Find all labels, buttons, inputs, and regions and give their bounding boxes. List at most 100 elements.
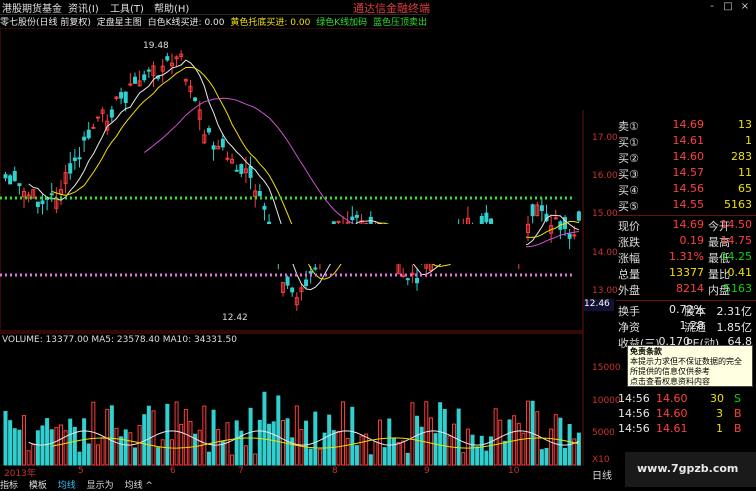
volume-bar [156, 447, 161, 466]
candle-body [354, 214, 359, 218]
candle-body [17, 183, 22, 187]
candle-body [313, 267, 318, 270]
bid-row-4[interactable]: 买④ 14.56 65 [616, 182, 756, 199]
volume-bar [3, 411, 8, 466]
volume-bar [257, 419, 262, 466]
stat-row-7: 净资 1.28 流通 1.85亿 [618, 319, 752, 334]
volume-bar [100, 437, 105, 466]
volume-bar [197, 429, 202, 466]
price-tick-17: 17.00 [592, 133, 618, 143]
menu-item-help[interactable]: 帮助(H) [154, 0, 189, 15]
date-label: 7 [238, 466, 244, 476]
candle-body [146, 69, 151, 72]
last-price-tag: 12.46 [584, 299, 614, 311]
candle-body [3, 174, 8, 179]
volume-bar [470, 434, 475, 466]
candle-body [539, 205, 544, 212]
candle-body [40, 200, 45, 205]
ask-label: 卖① [618, 120, 639, 133]
candle-body [8, 175, 13, 185]
volume-bar [234, 420, 239, 466]
volume-bar [225, 422, 230, 466]
volume-bar [137, 424, 142, 466]
volume-bar [243, 445, 248, 466]
volume-bar [549, 428, 554, 466]
volume-bars [3, 391, 581, 466]
candle-body [415, 277, 420, 284]
volume-bar [8, 420, 13, 466]
price-tick-16: 16.00 [592, 171, 618, 181]
date-label: 5 [78, 466, 84, 476]
redacted-top-right [428, 14, 756, 110]
volume-bar [86, 443, 91, 466]
watermark: www.7gpzb.com [625, 452, 756, 487]
maximize-button[interactable]: □ [722, 1, 734, 12]
candle-body [35, 201, 40, 207]
vol-tick-5000: 5000 [592, 428, 615, 438]
disclaimer-tooltip[interactable]: 免责条款 本提示力求但不保证数据的完全 所提供的信息仅供参考 点击查看权息资料内… [627, 345, 753, 387]
candle-body [142, 74, 147, 81]
candle-body [257, 191, 262, 197]
volume-bar [447, 435, 452, 466]
bottom-tabs: 指标 模板 均线 显示为 均线 ^ [0, 478, 161, 491]
bid-row-1[interactable]: 买① 14.61 1 [616, 134, 756, 151]
volume-bar [12, 428, 17, 466]
volume-bar [368, 454, 373, 466]
volume-bar [391, 438, 396, 466]
app-brand-title: 通达信金融终端 [353, 2, 430, 15]
volume-bar [502, 440, 507, 466]
volume-bar [304, 420, 309, 466]
stock-title: 零七股份(日线 前复权) [0, 18, 91, 28]
volume-bar [220, 441, 225, 466]
legend-yellow-support: 黄色托底买进: 0.00 [230, 18, 311, 28]
volume-bar [507, 419, 512, 466]
menu-item-news[interactable]: 资讯(I) [68, 0, 99, 15]
bid-label: 买① [618, 136, 639, 149]
tab-display[interactable]: 显示为 [87, 481, 114, 491]
candle-body [304, 279, 309, 287]
bid-row-5[interactable]: 买⑤ 14.55 5163 [616, 198, 756, 215]
stat-row-2: 涨跌 0.19 最高 14.75 [618, 234, 752, 249]
bid-label: 买④ [618, 184, 639, 197]
volume-bar [345, 437, 350, 466]
volume-bar [54, 427, 59, 466]
candle-body [576, 211, 581, 221]
tab-template[interactable]: 模板 [29, 481, 47, 491]
ask-price: 14.69 [672, 118, 705, 131]
price-tick-15: 15.00 [592, 209, 618, 219]
volume-bar [21, 415, 26, 466]
tab-ma[interactable]: 均线 [58, 481, 76, 491]
period-label[interactable]: 日线 [592, 467, 612, 482]
volume-bar [350, 406, 355, 466]
close-button[interactable]: × [739, 1, 751, 12]
volume-bar [49, 429, 54, 466]
tab-ma-more[interactable]: 均线 ^ [125, 481, 153, 491]
volume-bar [428, 417, 433, 466]
ask-row-1[interactable]: 卖① 14.69 13 [616, 118, 756, 135]
candle-body [479, 215, 484, 225]
tab-indicator[interactable]: 指标 [0, 481, 18, 491]
volume-bar [230, 454, 235, 466]
bid-price: 14.55 [672, 198, 705, 211]
volume-bar [308, 448, 313, 466]
volume-bar [188, 420, 193, 466]
minimize-button[interactable]: - [706, 1, 718, 12]
menu-item-tools[interactable]: 工具(T) [110, 0, 144, 15]
bid-volume: 283 [731, 150, 752, 163]
bid-label: 买② [618, 152, 639, 165]
menu-item-hk[interactable]: 港股期货基金 [2, 0, 62, 15]
candle-body [82, 136, 87, 141]
bid-row-3[interactable]: 买③ 14.57 11 [616, 166, 756, 183]
volume-bar [267, 423, 272, 466]
volume-bar [95, 444, 100, 466]
bid-volume: 65 [738, 182, 752, 195]
bid-row-2[interactable]: 买② 14.60 283 [616, 150, 756, 167]
candle-body [350, 216, 355, 221]
price-tick-14: 14.00 [592, 248, 618, 258]
volume-bar [109, 405, 114, 466]
candle-body [553, 217, 558, 220]
candle-body [72, 157, 77, 161]
low-annotation: 12.42 [222, 313, 248, 323]
volume-bar [359, 435, 364, 466]
volume-bar [405, 452, 410, 466]
